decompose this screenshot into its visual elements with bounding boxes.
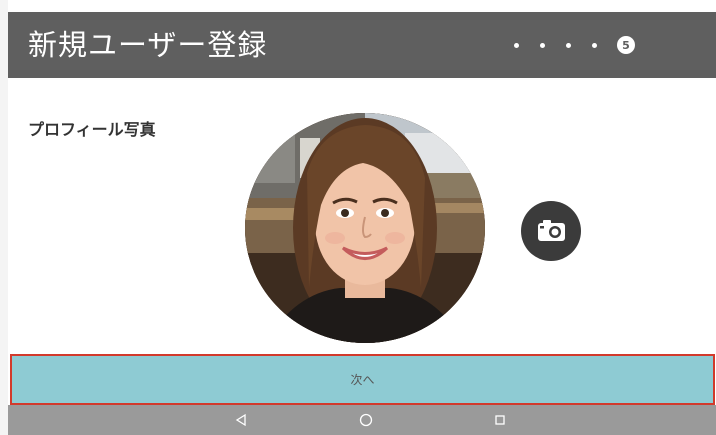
- profile-photo-image: [245, 113, 485, 343]
- frame-edge: [0, 0, 8, 435]
- recents-button[interactable]: [490, 411, 510, 429]
- next-button[interactable]: 次へ: [10, 354, 715, 405]
- registration-screen: 新規ユーザー登録 5 プロフィール写真 次へ: [0, 0, 716, 435]
- step-dot: [540, 42, 545, 48]
- home-button[interactable]: [356, 411, 376, 429]
- system-navigation-bar: [8, 405, 716, 435]
- step-indicator: 5: [514, 36, 635, 54]
- page-title: 新規ユーザー登録: [28, 28, 268, 62]
- step-dot: [592, 42, 597, 48]
- current-step-badge: 5: [617, 36, 635, 54]
- home-circle-icon: [359, 413, 373, 427]
- back-triangle-icon: [235, 413, 246, 427]
- camera-button[interactable]: [521, 201, 581, 261]
- next-button-label: 次へ: [350, 373, 375, 387]
- recents-square-icon: [495, 415, 505, 425]
- camera-icon: [538, 220, 565, 241]
- back-button[interactable]: [231, 411, 251, 429]
- profile-photo-label: プロフィール写真: [28, 120, 156, 139]
- app-header: 新規ユーザー登録 5: [8, 12, 716, 78]
- profile-photo[interactable]: [245, 113, 485, 343]
- step-dot: [514, 42, 519, 48]
- step-dot: [566, 42, 571, 48]
